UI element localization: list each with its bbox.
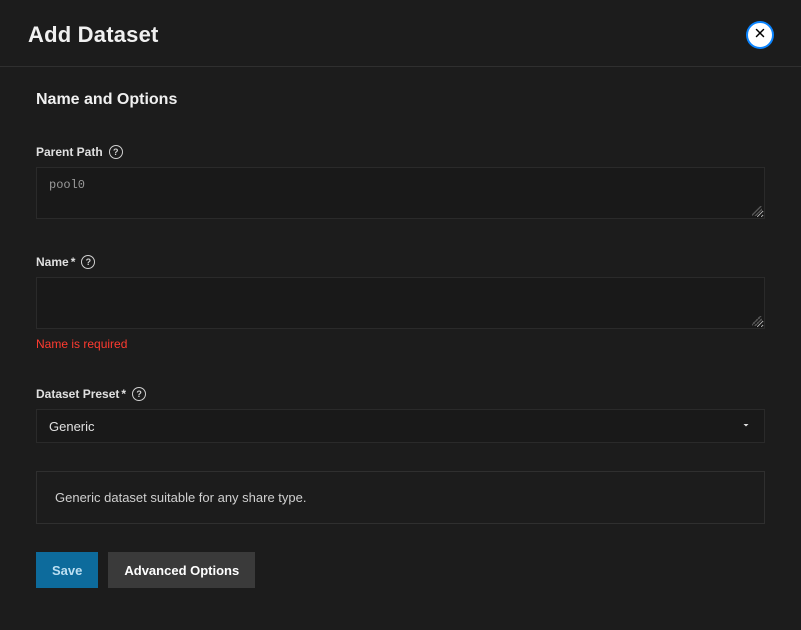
- preset-info-text: Generic dataset suitable for any share t…: [55, 490, 306, 505]
- help-icon[interactable]: ?: [109, 145, 123, 159]
- section-title: Name and Options: [36, 91, 765, 109]
- parent-path-value: pool0: [49, 178, 85, 192]
- chevron-down-icon: [740, 419, 752, 434]
- form-section: Name and Options Parent Path ? pool0 Nam…: [0, 67, 801, 588]
- preset-info-box: Generic dataset suitable for any share t…: [36, 471, 765, 524]
- preset-label-text: Dataset Preset: [36, 387, 119, 401]
- required-asterisk: *: [121, 387, 126, 401]
- label-row: Parent Path ?: [36, 145, 765, 159]
- save-button[interactable]: Save: [36, 552, 98, 588]
- label-row: Name* ?: [36, 255, 765, 269]
- close-icon: [753, 26, 767, 45]
- field-parent-path: Parent Path ? pool0: [36, 145, 765, 219]
- preset-label: Dataset Preset*: [36, 387, 126, 401]
- button-row: Save Advanced Options: [36, 552, 765, 588]
- name-input[interactable]: [36, 277, 765, 329]
- required-asterisk: *: [71, 255, 76, 269]
- name-label-text: Name: [36, 255, 69, 269]
- help-icon[interactable]: ?: [132, 387, 146, 401]
- parent-path-input[interactable]: pool0: [36, 167, 765, 219]
- name-label: Name*: [36, 255, 75, 269]
- parent-path-label: Parent Path: [36, 145, 103, 159]
- dialog-title: Add Dataset: [28, 22, 159, 48]
- name-error: Name is required: [36, 337, 765, 351]
- close-button[interactable]: [747, 22, 773, 48]
- dialog-header: Add Dataset: [0, 0, 801, 67]
- preset-selected-value: Generic: [49, 419, 95, 434]
- field-dataset-preset: Dataset Preset* ? Generic: [36, 387, 765, 443]
- label-row: Dataset Preset* ?: [36, 387, 765, 401]
- advanced-options-button[interactable]: Advanced Options: [108, 552, 255, 588]
- preset-select[interactable]: Generic: [36, 409, 765, 443]
- help-icon[interactable]: ?: [81, 255, 95, 269]
- field-name: Name* ? Name is required: [36, 255, 765, 351]
